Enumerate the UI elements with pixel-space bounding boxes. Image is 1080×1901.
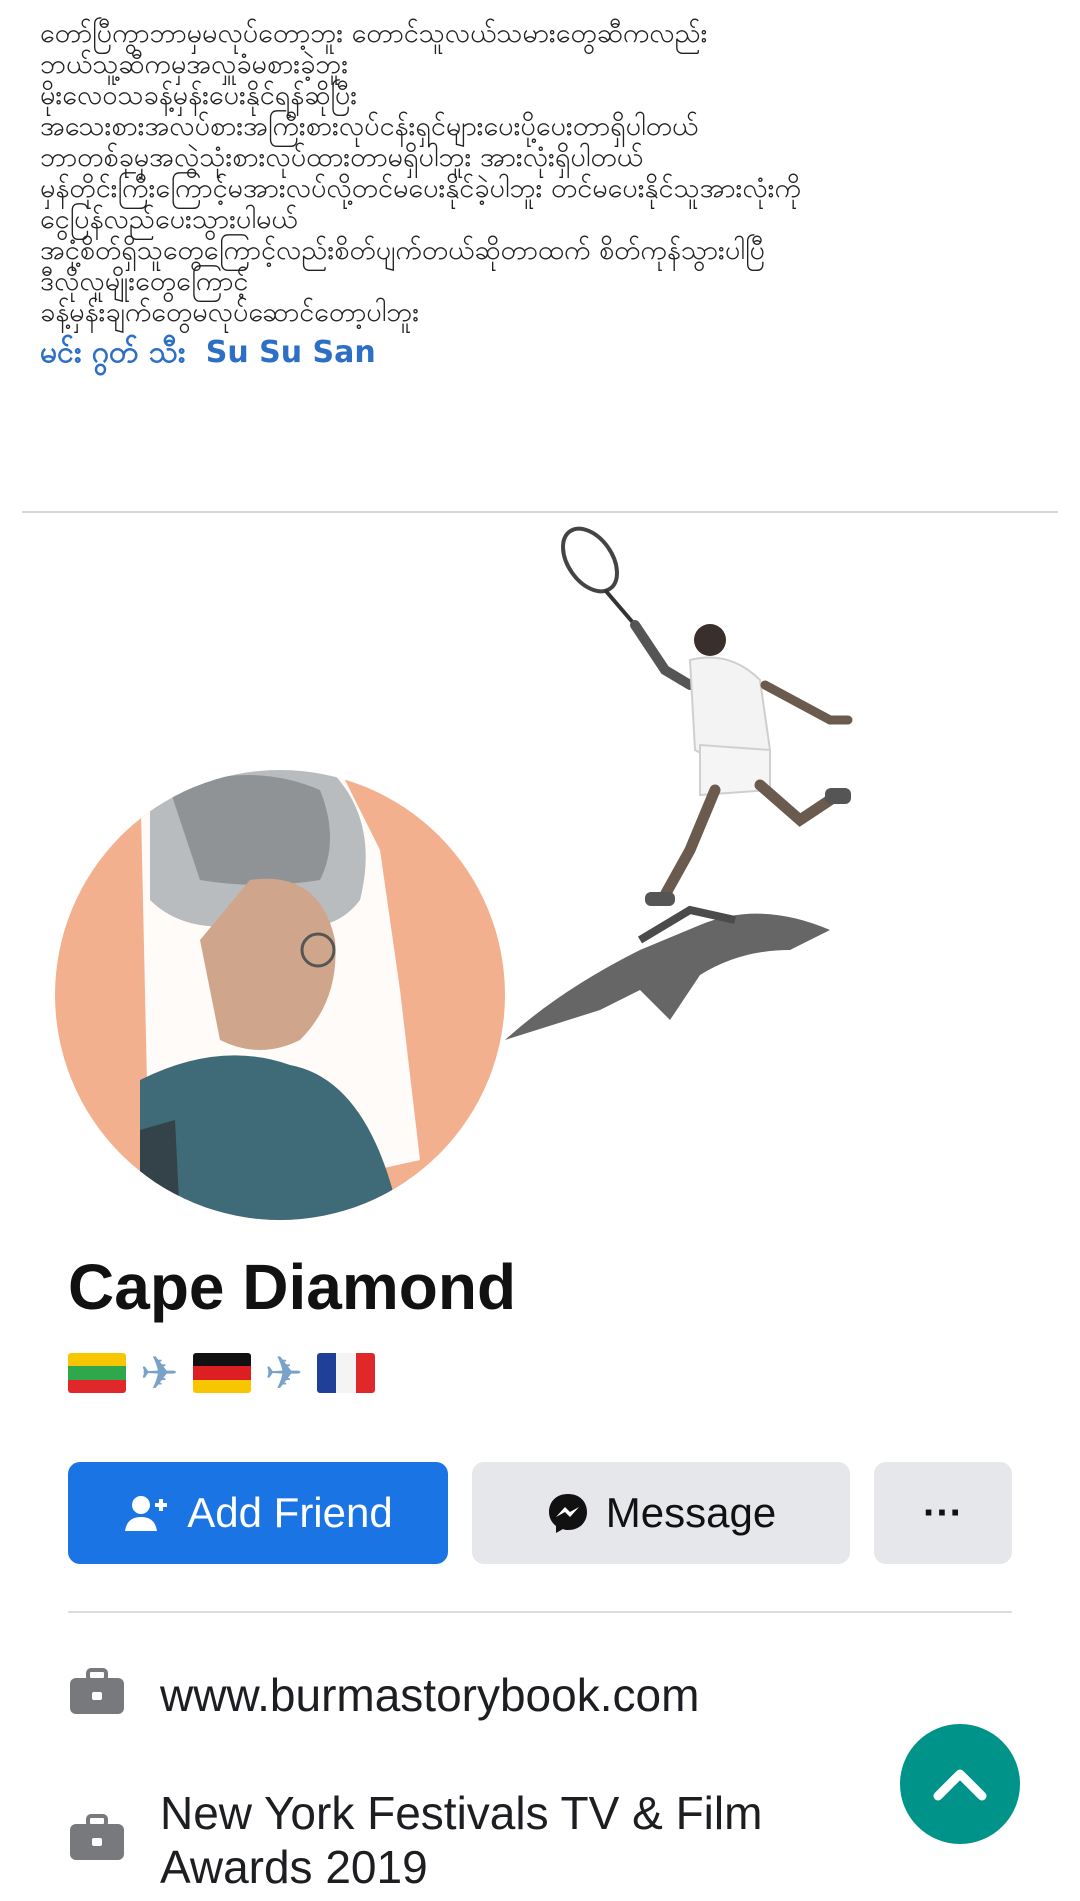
post-line: အသေးစားအလပ်စားအကြီးစားလုပ်ငန်းရှင်များပေ… — [40, 111, 699, 142]
post-divider — [22, 511, 1058, 513]
section-divider — [68, 1611, 1012, 1613]
tagged-people: မင်း ဂွတ် သီး Su Su San — [40, 332, 1040, 377]
award-text: New York Festivals TV & Film Awards 2019 — [160, 1787, 763, 1893]
messenger-icon — [548, 1494, 587, 1533]
add-friend-label: Add Friend — [187, 1489, 393, 1536]
tennis-player-illustration — [505, 526, 853, 1040]
post-line: တော်ပြီကွာဘာမှမလုပ်တော့ဘူး တောင်သူလယ်သမာ… — [40, 18, 708, 49]
post-line: ငွေပြန်လည်ပေးသွားပါမယ် — [40, 204, 298, 235]
more-options-button[interactable]: ··· — [874, 1462, 1012, 1564]
scroll-to-top-button[interactable] — [900, 1724, 1020, 1844]
message-label: Message — [605, 1489, 777, 1536]
myanmar-flag-icon — [68, 1353, 126, 1393]
post-line: ခန့်မှန်းချက်တွေမလုပ်ဆောင်တော့ပါဘူး — [40, 297, 420, 328]
profile-avatar[interactable] — [55, 750, 505, 1220]
briefcase-icon — [70, 1668, 124, 1714]
profile-cover-image[interactable] — [0, 520, 1080, 1220]
add-friend-icon — [125, 1496, 168, 1531]
briefcase-icon — [70, 1814, 124, 1860]
info-row-award: New York Festivals TV & Film Awards 2019 — [68, 1786, 860, 1894]
website-link[interactable]: www.burmastorybook.com — [160, 1668, 699, 1722]
post-line: မိုးလေဝသခန့်မှန်းပေးနိုင်ရန်ဆိုပြီး — [40, 80, 358, 111]
germany-flag-icon — [192, 1353, 251, 1393]
info-row-website: www.burmastorybook.com — [68, 1668, 699, 1722]
chevron-up-icon — [933, 1769, 987, 1801]
message-button[interactable]: Message — [472, 1462, 850, 1564]
profile-bio-flags: ✈ ✈ — [68, 1346, 376, 1400]
post-text: တော်ပြီကွာဘာမှမလုပ်တော့ဘူး တောင်သူလယ်သမာ… — [40, 18, 1040, 377]
more-dots-icon: ··· — [923, 1490, 963, 1535]
post-line: ဒီလိုလူမျိုးတွေကြောင့် — [40, 266, 249, 297]
airplane-icon: ✈ — [264, 1346, 304, 1400]
post-line: ဘယ်သူ့ဆီကမှအလှူခံမစားခဲ့ဘူး — [40, 49, 349, 80]
tag-link[interactable]: မင်း ဂွတ် သီး — [40, 335, 185, 370]
post-line: မှန်တိုင်းကြီးကြောင့်မအားလပ်လို့တင်မပေးန… — [40, 173, 801, 204]
airplane-icon: ✈ — [140, 1346, 179, 1400]
tag-link[interactable]: Su Su San — [206, 335, 376, 370]
post-line: အငုံ့စိတ်ရှိသူတွေကြောင့်လည်းစိတ်ပျက်တယ်ဆ… — [40, 235, 765, 266]
add-friend-button[interactable]: Add Friend — [68, 1462, 448, 1564]
post-line: ဘာတစ်ခုမှအလွဲသုံးစားလုပ်ထားတာမရှိပါဘူး အ… — [40, 142, 643, 173]
france-flag-icon — [317, 1353, 376, 1393]
profile-name: Cape Diamond — [68, 1251, 517, 1323]
